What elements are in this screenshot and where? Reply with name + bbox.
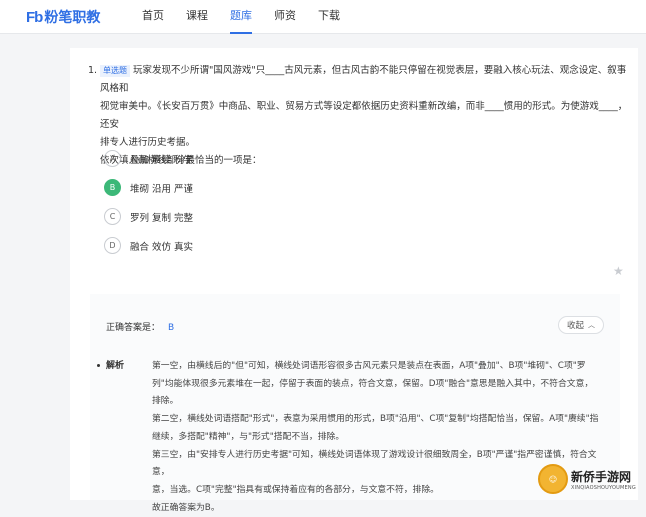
brand-mark: Fb <box>26 8 43 26</box>
option-b-text: 堆砌 沿用 严谨 <box>130 183 194 195</box>
question-type-badge: 单选题 <box>100 65 130 77</box>
brand-logo[interactable]: Fb 粉笔职教 <box>26 7 100 27</box>
collapse-label: 收起 <box>566 321 584 331</box>
option-a[interactable]: A 叠加 赓续 科学 <box>104 148 193 169</box>
correct-answer-label: 正确答案是： <box>106 323 161 333</box>
answer-options: A 叠加 赓续 科学 B 堆砌 沿用 严谨 C 罗列 复制 完整 D 融合 效仿… <box>104 148 193 264</box>
correct-answer-row: 正确答案是： B <box>106 320 174 333</box>
option-c[interactable]: C 罗列 复制 完整 <box>104 206 193 227</box>
top-navigation-bar: Fb 粉笔职教 首页 课程 题库 师资 下载 <box>0 0 646 34</box>
analysis-line: 排除。 <box>152 396 179 407</box>
analysis-section: 解析 第一空，由横线后的"但"可知，横线处词语形容很多古风元素只是装点在表面，A… <box>97 358 606 517</box>
bullet-dot-icon <box>97 364 100 367</box>
option-b[interactable]: B 堆砌 沿用 严谨 <box>104 177 193 198</box>
chevron-up-icon: ︿ <box>588 321 595 329</box>
option-d[interactable]: D 融合 效仿 真实 <box>104 235 193 256</box>
nav-item-courses[interactable]: 课程 <box>186 0 208 34</box>
nav-item-home[interactable]: 首页 <box>142 0 164 34</box>
watermark-title: 新侨手游网 <box>571 469 632 484</box>
watermark-logo-icon: ☺ <box>538 464 568 494</box>
analysis-line: 列"均能体现很多元素堆在一起，停留于表面的装点，符合文意，保留。D项"融合"意思… <box>152 378 594 389</box>
question-card: 1. 单选题 玩家发现不少所谓"国风游戏"只____古风元素，但古风古韵不能只停留… <box>70 48 638 513</box>
question-line-2: 视觉审美中。《长安百万贯》中商品、职业、贸易方式等设定都依据历史资料重新改编，而… <box>100 101 628 130</box>
option-c-text: 罗列 复制 完整 <box>130 212 194 224</box>
analysis-line: 第一空，由横线后的"但"可知，横线处词语形容很多古风元素只是装点在表面，A项"叠… <box>152 361 586 371</box>
watermark-subtitle: XINQIAOSHOUYOUMENG <box>571 484 636 491</box>
analysis-line: 故正确答案为B。 <box>152 502 220 513</box>
nav-item-teachers[interactable]: 师资 <box>274 0 296 34</box>
option-d-text: 融合 效仿 真实 <box>130 241 194 253</box>
option-a-letter: A <box>104 150 121 167</box>
favorite-star-icon[interactable]: ★ <box>613 264 624 278</box>
option-c-letter: C <box>104 208 121 225</box>
question-number: 1. <box>88 65 98 76</box>
option-d-letter: D <box>104 237 121 254</box>
analysis-line: 继续，多搭配"精神"，与"形式"搭配不当，排除。 <box>152 431 345 442</box>
analysis-line: 第二空，横线处词语搭配"形式"，表意为采用惯用的形式，B项"沿用"、C项"复制"… <box>152 414 599 425</box>
question-line-1: 玩家发现不少所谓"国风游戏"只____古风元素，但古风古韵不能只停留在视觉表层，… <box>100 65 627 94</box>
option-a-text: 叠加 赓续 科学 <box>130 154 194 166</box>
collapse-button[interactable]: 收起 ︿ <box>558 316 604 334</box>
brand-name: 粉笔职教 <box>44 10 101 26</box>
option-b-letter: B <box>104 179 121 196</box>
correct-answer-value: B <box>168 323 175 333</box>
nav-item-question-bank[interactable]: 题库 <box>230 0 252 34</box>
site-watermark: ☺ 新侨手游网 XINQIAOSHOUYOUMENG <box>538 462 642 496</box>
nav-item-download[interactable]: 下载 <box>318 0 340 34</box>
analysis-label: 解析 <box>106 361 125 371</box>
main-nav: 首页 课程 题库 师资 下载 <box>142 0 362 34</box>
